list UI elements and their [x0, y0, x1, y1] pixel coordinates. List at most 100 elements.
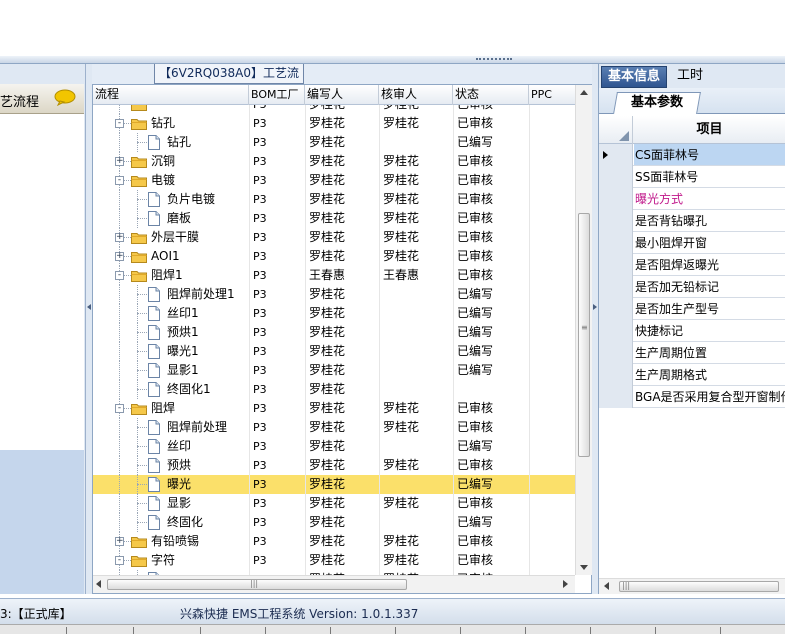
status-text: 已编写 [457, 477, 494, 491]
row-indicator[interactable] [599, 144, 633, 166]
table-row[interactable]: - 电镀 P3 罗桂花 罗桂花 已审核 [93, 171, 575, 190]
property-row[interactable]: 生产周期位置 [599, 342, 785, 364]
collapse-icon[interactable]: - [115, 176, 124, 185]
property-row[interactable]: 是否背钻曝孔 [599, 210, 785, 232]
column-header-writer[interactable]: 编写人 [305, 85, 379, 105]
collapse-icon[interactable]: - [115, 404, 124, 413]
process-tab[interactable]: 【6V2RQ038A0】工艺流程 [154, 64, 304, 98]
table-row[interactable]: + 沉铜 P3 罗桂花 罗桂花 已审核 [93, 152, 575, 171]
scroll-down-arrow-icon[interactable] [580, 565, 588, 570]
row-indicator[interactable] [599, 298, 633, 320]
table-row[interactable]: 钻孔 P3 罗桂花 已编写 [93, 133, 575, 152]
collapse-icon[interactable]: - [115, 556, 124, 565]
property-row[interactable]: 生产周期格式 [599, 364, 785, 386]
table-row[interactable]: 曝光 P3 罗桂花 已编写 [93, 475, 575, 494]
table-row[interactable]: + 外层干膜 P3 罗桂花 罗桂花 已审核 [93, 228, 575, 247]
process-name: 负片电镀 [167, 192, 216, 206]
tab-work-hours[interactable]: 工时 [671, 66, 709, 88]
column-header-process[interactable]: 流程 [93, 85, 249, 105]
grid-horizontal-scroll-thumb[interactable]: ||| [107, 579, 407, 590]
column-separator [529, 152, 530, 171]
reviewer-name: 罗桂花 [383, 401, 420, 415]
table-row[interactable]: 丝印 P3 罗桂花 已编写 [93, 437, 575, 456]
row-indicator[interactable] [599, 364, 633, 386]
column-header-reviewer[interactable]: 核审人 [379, 85, 453, 105]
table-row[interactable]: 阻焊前处理 P3 罗桂花 罗桂花 已审核 [93, 418, 575, 437]
row-indicator[interactable] [599, 188, 633, 210]
top-splitter-grip[interactable] [476, 58, 512, 61]
collapse-icon[interactable]: - [115, 119, 124, 128]
table-row[interactable]: 预烘1 P3 罗桂花 已编写 [93, 323, 575, 342]
property-row[interactable]: 是否阻焊返曝光 [599, 254, 785, 276]
scroll-left-arrow-icon[interactable] [604, 582, 609, 590]
table-row[interactable]: 显影 P3 罗桂花 罗桂花 已审核 [93, 494, 575, 513]
tab-basic-info[interactable]: 基本信息 [601, 66, 668, 88]
table-row[interactable]: - 字符 P3 罗桂花 罗桂花 已审核 [93, 551, 575, 570]
row-indicator[interactable] [599, 276, 633, 298]
row-indicator[interactable] [599, 386, 633, 408]
scroll-right-arrow-icon[interactable] [563, 580, 568, 588]
property-row[interactable]: CS面菲林号 [599, 144, 785, 166]
table-row[interactable]: P3 罗桂花 罗桂花 已审核 [93, 105, 575, 114]
column-header-ppc[interactable]: PPC [529, 85, 575, 105]
column-separator [305, 380, 306, 399]
expand-icon[interactable]: + [115, 157, 124, 166]
table-row[interactable]: 终固化 P3 罗桂花 已编写 [93, 513, 575, 532]
properties-scroll-thumb[interactable]: ||| [619, 581, 779, 592]
property-row[interactable]: 曝光方式 [599, 188, 785, 210]
expand-icon[interactable]: + [115, 233, 124, 242]
tree-line [119, 361, 120, 380]
property-row[interactable]: SS面菲林号 [599, 166, 785, 188]
property-row[interactable]: 是否加无铅标记 [599, 276, 785, 298]
table-row[interactable]: 曝光1 P3 罗桂花 已编写 [93, 342, 575, 361]
table-row[interactable]: - 阻焊1 P3 王春惠 王春惠 已审核 [93, 266, 575, 285]
expand-icon[interactable]: + [115, 537, 124, 546]
table-row[interactable]: 丝印1 P3 罗桂花 已编写 [93, 304, 575, 323]
table-row[interactable]: 负片电镀 P3 罗桂花 罗桂花 已审核 [93, 190, 575, 209]
table-row[interactable]: 磨板 P3 罗桂花 罗桂花 已审核 [93, 209, 575, 228]
column-separator [529, 532, 530, 551]
subtab-basic-params[interactable]: 基本参数 [613, 92, 701, 114]
row-indicator[interactable] [599, 320, 633, 342]
collapse-left-arrow-icon[interactable] [87, 304, 91, 310]
table-row[interactable]: + AOI1 P3 罗桂花 罗桂花 已审核 [93, 247, 575, 266]
grid-vertical-scrollbar[interactable]: ≡ [575, 85, 592, 575]
tree-line [119, 437, 120, 456]
property-row[interactable]: 是否加生产型号 [599, 298, 785, 320]
column-header-status[interactable]: 状态 [453, 85, 529, 105]
table-row[interactable]: - 阻焊 P3 罗桂花 罗桂花 已审核 [93, 399, 575, 418]
scroll-left-arrow-icon[interactable] [96, 580, 101, 588]
expand-icon[interactable]: + [115, 252, 124, 261]
collapse-icon[interactable]: - [115, 271, 124, 280]
table-row[interactable]: + 有铅喷锡 P3 罗桂花 罗桂花 已审核 [93, 532, 575, 551]
property-row[interactable]: 快捷标记 [599, 320, 785, 342]
folder-icon [131, 233, 147, 244]
writer-name: 罗桂花 [309, 116, 346, 130]
left-panel-header[interactable]: 艺流程 [0, 84, 84, 114]
grid-vertical-scroll-thumb[interactable]: ≡ [578, 213, 590, 457]
properties-horizontal-scrollbar[interactable]: ||| [599, 578, 785, 594]
table-row[interactable]: - 钻孔 P3 罗桂花 罗桂花 已审核 [93, 114, 575, 133]
property-row[interactable]: BGA是否采用复合型开窗制作 [599, 386, 785, 408]
column-header-bom[interactable]: BOM工厂 [249, 85, 305, 105]
column-separator [379, 171, 380, 190]
row-indicator[interactable] [599, 166, 633, 188]
column-separator [453, 323, 454, 342]
table-row[interactable]: 终固化1 P3 罗桂花 [93, 380, 575, 399]
table-row[interactable]: 阻焊前处理1 P3 罗桂花 已编写 [93, 285, 575, 304]
column-header-item[interactable]: 项目 [633, 116, 785, 144]
writer-name: 罗桂花 [309, 154, 346, 168]
table-row[interactable]: 预烘 P3 罗桂花 罗桂花 已审核 [93, 456, 575, 475]
grid-horizontal-scrollbar[interactable]: ||| [93, 575, 575, 593]
scroll-up-arrow-icon[interactable] [580, 90, 588, 95]
row-indicator[interactable] [599, 342, 633, 364]
select-all-corner[interactable] [599, 116, 633, 144]
row-indicator[interactable] [599, 232, 633, 254]
table-row[interactable]: 显影1 P3 罗桂花 已编写 [93, 361, 575, 380]
row-indicator[interactable] [599, 210, 633, 232]
document-icon [148, 306, 160, 321]
row-indicator[interactable] [599, 254, 633, 276]
collapse-right-arrow-icon[interactable] [593, 304, 597, 310]
column-separator [453, 285, 454, 304]
property-row[interactable]: 最小阻焊开窗 [599, 232, 785, 254]
